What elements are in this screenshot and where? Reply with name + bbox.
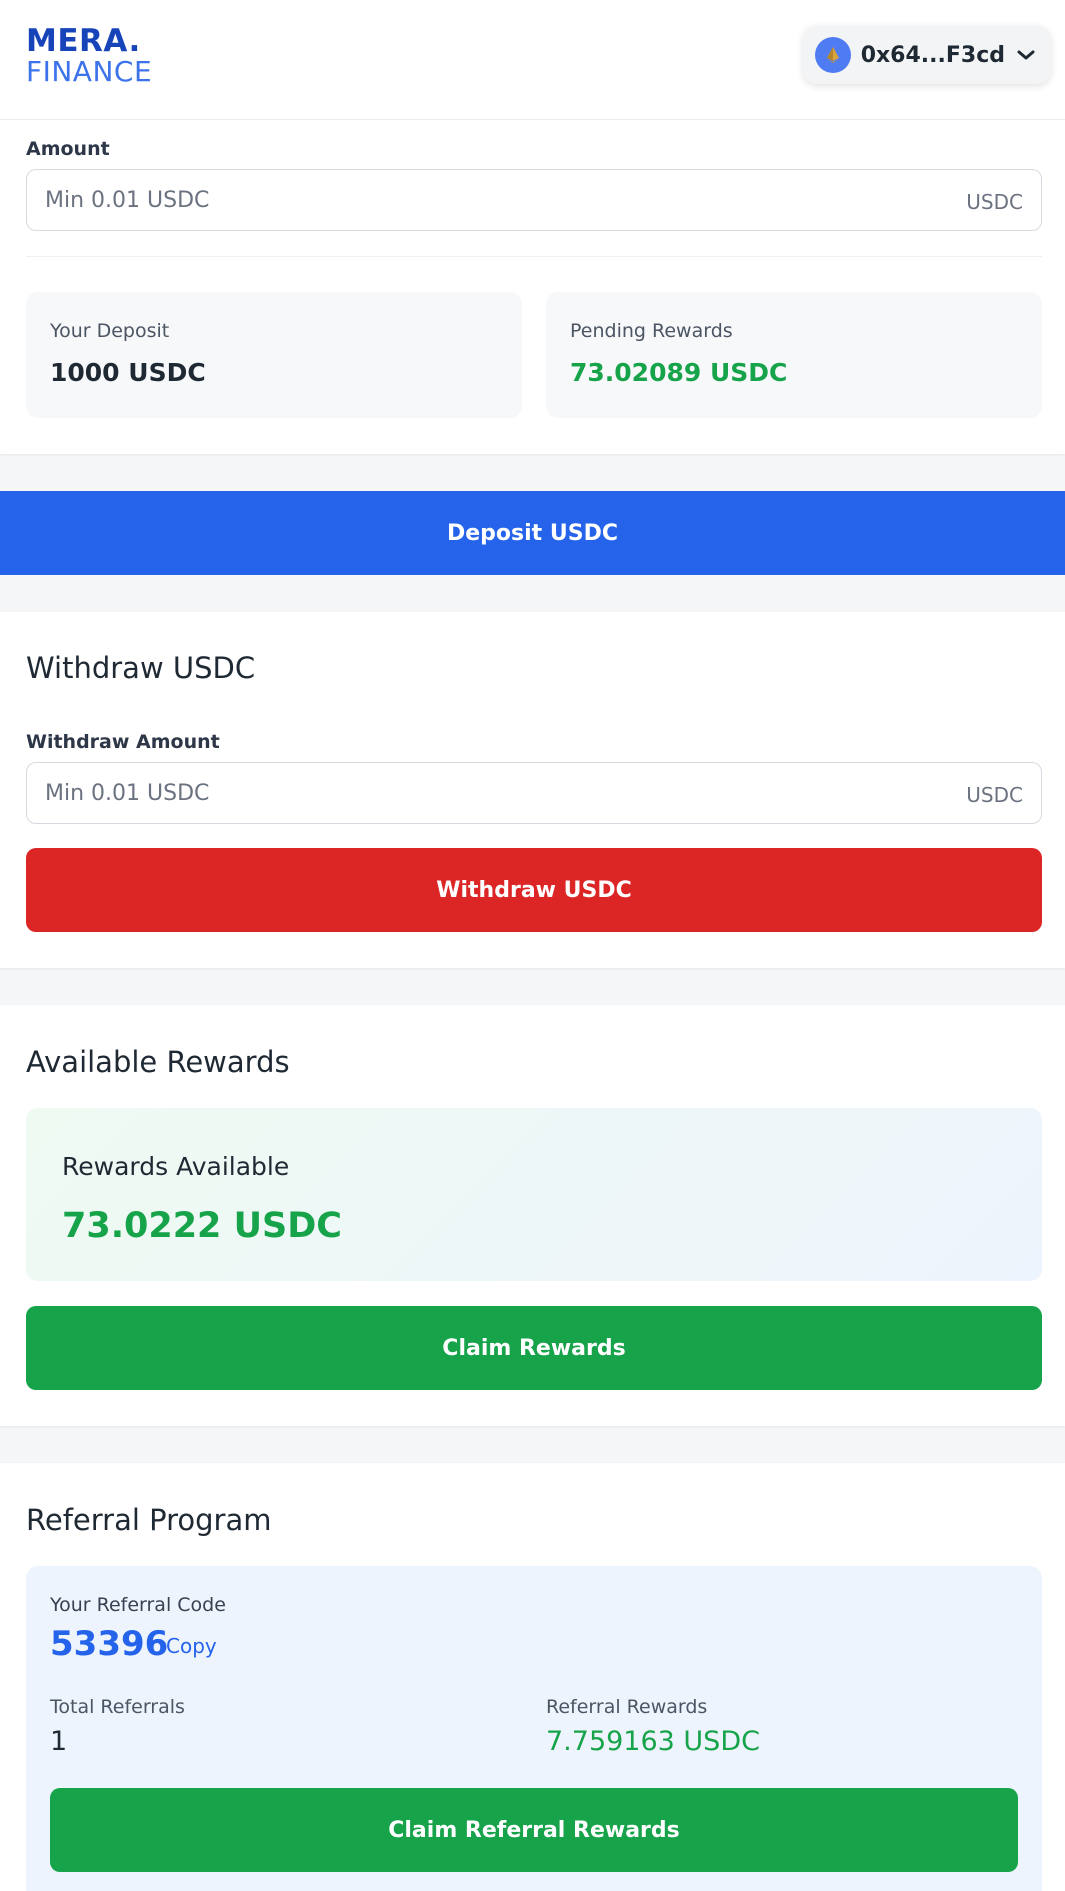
withdraw-button[interactable]: Withdraw USDC [26,848,1042,932]
referral-rewards-value: 7.759163 USDC [546,1726,760,1757]
referral-title: Referral Program [26,1503,272,1537]
rewards-available-box: Rewards Available 73.0222 USDC [26,1108,1042,1281]
referral-rewards-label: Referral Rewards [546,1696,708,1718]
pending-rewards-stat: Pending Rewards 73.02089 USDC [546,292,1042,418]
deposit-amount-input[interactable]: Min 0.01 USDC USDC [26,169,1042,231]
rewards-available-value: 73.0222 USDC [62,1206,342,1246]
wallet-address: 0x64...F3cd [860,42,1005,68]
your-deposit-stat: Your Deposit 1000 USDC [26,292,522,418]
referral-box: Your Referral Code 53396 Copy Total Refe… [26,1566,1042,1891]
logo-line-2: FINANCE [26,55,153,88]
withdraw-placeholder: Min 0.01 USDC [45,781,210,806]
amount-placeholder: Min 0.01 USDC [45,188,210,213]
withdraw-title: Withdraw USDC [26,651,256,685]
rewards-title: Available Rewards [26,1045,290,1079]
claim-referral-rewards-button[interactable]: Claim Referral Rewards [50,1788,1018,1872]
logo-line-1: MERA. [26,23,141,59]
total-referrals-value: 1 [50,1726,68,1757]
referral-code-label: Your Referral Code [50,1594,226,1616]
referral-code-value: 53396 [50,1624,169,1664]
claim-rewards-button[interactable]: Claim Rewards [26,1306,1042,1390]
pending-rewards-value: 73.02089 USDC [570,358,788,387]
wallet-button[interactable]: 0x64...F3cd [802,26,1051,84]
divider [26,256,1042,257]
deposit-button[interactable]: Deposit USDC [0,491,1065,575]
eth-coin-icon [814,37,851,73]
withdraw-amount-label: Withdraw Amount [26,731,220,753]
copy-referral-code-link[interactable]: Copy [166,1634,217,1658]
amount-unit: USDC [966,190,1023,214]
app-header: MERA. FINANCE 0x64...F3cd [0,0,1065,120]
withdraw-unit: USDC [966,783,1023,807]
chevron-down-icon [1015,44,1037,66]
brand-logo[interactable]: MERA. FINANCE [26,26,152,86]
your-deposit-label: Your Deposit [50,320,170,342]
amount-label: Amount [26,138,110,160]
your-deposit-value: 1000 USDC [50,358,206,387]
withdraw-amount-input[interactable]: Min 0.01 USDC USDC [26,762,1042,824]
rewards-available-label: Rewards Available [62,1152,290,1181]
pending-rewards-label: Pending Rewards [570,320,733,342]
total-referrals-label: Total Referrals [50,1696,185,1718]
